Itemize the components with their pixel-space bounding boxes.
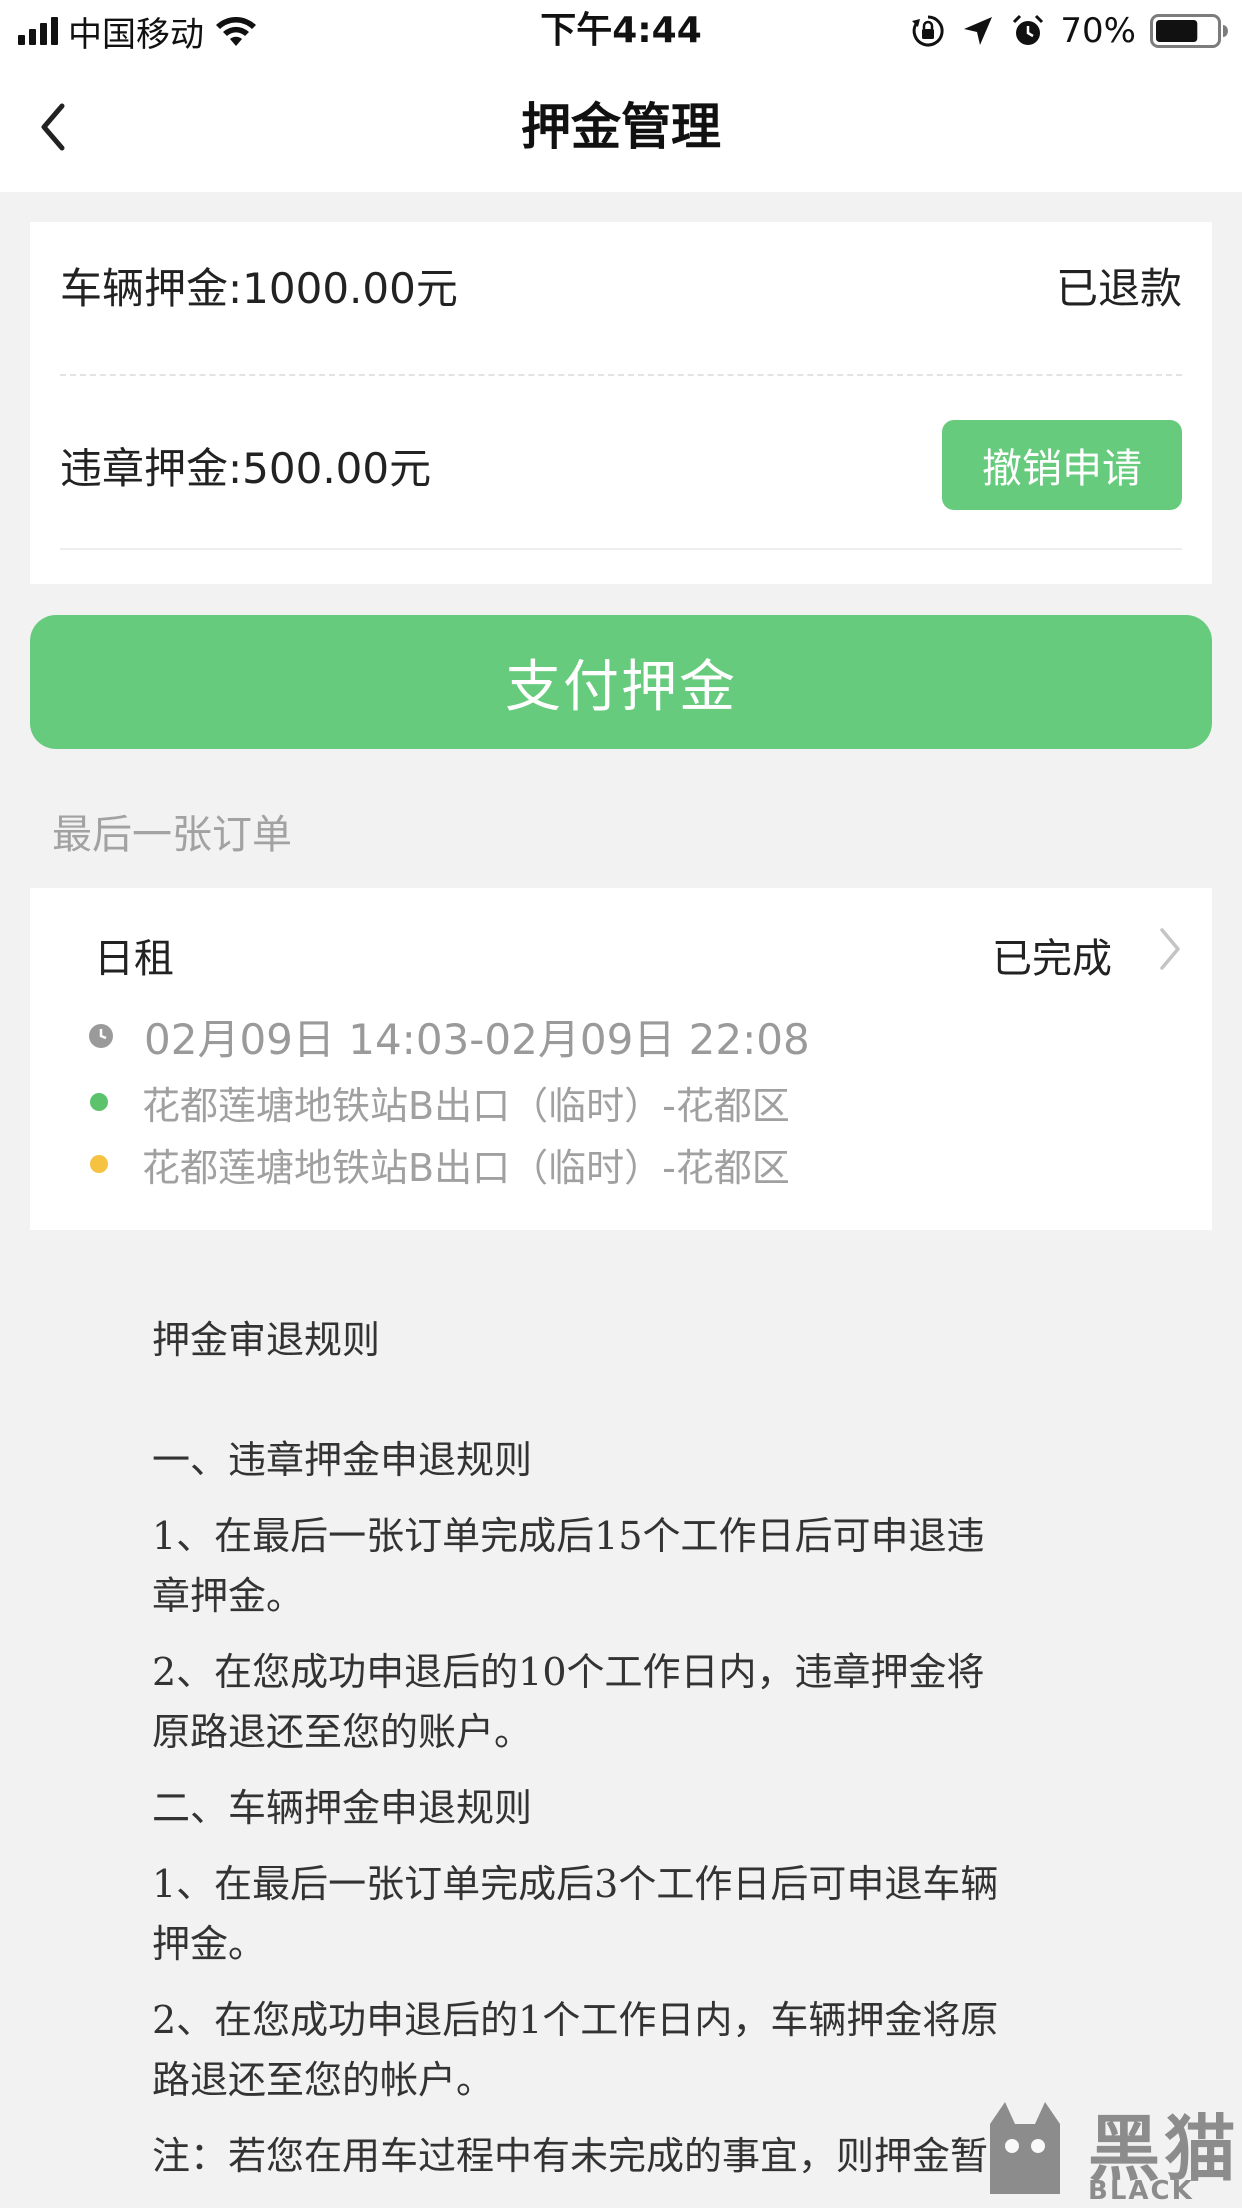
rules-text: 章押金。 [152, 1574, 305, 1618]
deposit-rules: 押金审退规则 一、违章押金申退规则 1、在最后一张订单完成后15个工作日后可申退… [152, 1310, 1092, 2186]
divider [60, 548, 1182, 550]
chevron-left-icon[interactable] [32, 98, 80, 156]
clock-icon [89, 1024, 113, 1048]
location-arrow-icon [964, 17, 993, 45]
vehicle-deposit-row: 车辆押金:1000.00元 已退款 [60, 220, 1182, 350]
order-status: 已完成 [992, 936, 1112, 982]
rules-text: 2、在您成功申退后的1个工作日内，车辆押金将原 [152, 1998, 999, 2042]
vehicle-deposit-label: 车辆押金:1000.00元 [60, 263, 458, 313]
order-time-row: 02月09日 14:03-02月09日 22:08 [88, 1006, 810, 1066]
battery-icon [1150, 14, 1228, 48]
rules-title: 押金审退规则 [152, 1318, 381, 1362]
rules-text: 路退还至您的帐户。 [152, 2058, 495, 2102]
status-bar: 中国移动 下午4:44 70% [0, 0, 1242, 62]
vehicle-deposit-status: 已退款 [1055, 263, 1182, 313]
watermark: 黑猫 BLACK CAT [960, 2090, 1242, 2208]
rules-text: 2、在您成功申退后的10个工作日内，违章押金将 [152, 1650, 985, 1694]
pay-deposit-button[interactable]: 支付押金 [30, 615, 1212, 749]
orientation-lock-icon [912, 15, 945, 47]
violation-deposit-row: 违章押金:500.00元 撤销申请 [60, 400, 1182, 530]
last-order-label: 最后一张订单 [52, 812, 292, 858]
return-location-row: 花都莲塘地铁站B出口（临时）-花都区 [90, 1136, 790, 1192]
alarm-icon [1013, 14, 1044, 45]
order-type: 日租 [94, 936, 174, 982]
pickup-dot-icon [90, 1093, 108, 1111]
chevron-right-icon [1160, 928, 1180, 970]
battery-percent: 70% [1060, 11, 1136, 51]
watermark-subtext: BLACK CAT [1088, 2176, 1194, 2208]
rules-section2-heading: 二、车辆押金申退规则 [152, 1786, 533, 1830]
pickup-location: 花都莲塘地铁站B出口（临时）-花都区 [142, 1083, 790, 1128]
order-time-range: 02月09日 14:03-02月09日 22:08 [144, 1014, 810, 1064]
rules-text: 押金。 [152, 1922, 267, 1966]
rules-text: 原路退还至您的账户。 [152, 1710, 533, 1754]
rules-section1-heading: 一、违章押金申退规则 [152, 1438, 533, 1482]
return-location: 花都莲塘地铁站B出口（临时）-花都区 [142, 1145, 790, 1190]
page-title: 押金管理 [521, 98, 721, 156]
rules-text: 1、在最后一张订单完成后15个工作日后可申退违 [152, 1514, 985, 1558]
return-dot-icon [90, 1155, 108, 1173]
status-right: 70% [910, 8, 1228, 54]
pickup-location-row: 花都莲塘地铁站B出口（临时）-花都区 [90, 1074, 790, 1130]
divider [60, 374, 1182, 376]
nav-bar: 押金管理 [0, 62, 1242, 192]
black-cat-logo-icon [990, 2102, 1060, 2194]
violation-deposit-label: 违章押金:500.00元 [60, 443, 432, 493]
rules-text: 1、在最后一张订单完成后3个工作日后可申退车辆 [152, 1862, 999, 1906]
rules-note: 注：若您在用车过程中有未完成的事宜，则押金暂 [152, 2134, 989, 2178]
cancel-application-button[interactable]: 撤销申请 [942, 420, 1182, 510]
last-order-card[interactable]: 日租 已完成 02月09日 14:03-02月09日 22:08 花都莲塘地铁站… [30, 888, 1212, 1230]
